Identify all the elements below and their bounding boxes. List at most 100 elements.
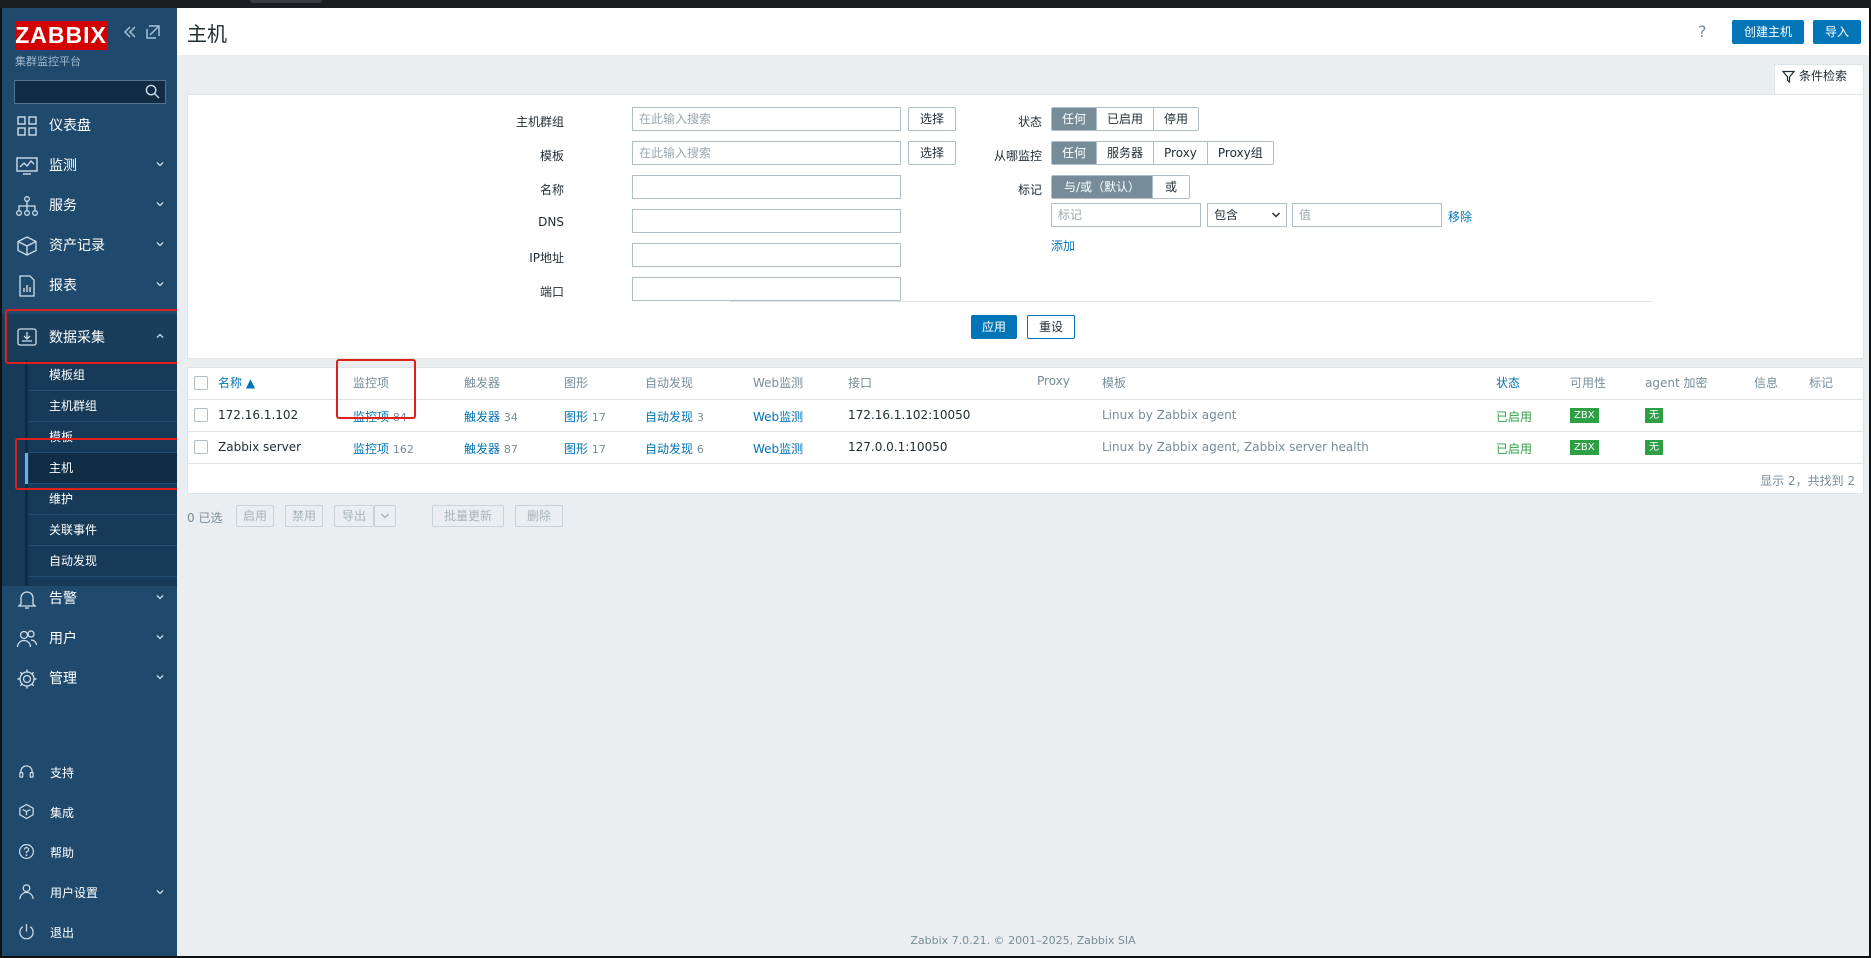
port-input[interactable]	[632, 277, 901, 301]
col-proxy: Proxy	[1037, 374, 1070, 388]
collapse-sidebar-icon[interactable]	[123, 25, 137, 39]
tag-name-input[interactable]: 标记	[1051, 203, 1201, 227]
col-templates: 模板	[1102, 376, 1127, 390]
user-settings-icon	[19, 884, 34, 900]
status-enabled-link[interactable]: 已启用	[1496, 408, 1532, 425]
monitored-by-proxy[interactable]: Proxy	[1153, 142, 1207, 164]
zabbix-logo[interactable]: ZABBIX	[15, 21, 107, 50]
triggers-link[interactable]: 触发器	[464, 410, 500, 424]
submenu-host-groups[interactable]: 主机群组	[29, 391, 177, 422]
nav-services[interactable]: 服务	[2, 186, 177, 224]
graphs-link[interactable]: 图形	[564, 410, 588, 424]
status-disabled[interactable]: 停用	[1153, 108, 1199, 130]
search-icon[interactable]	[145, 84, 160, 99]
templates-cell[interactable]: Linux by Zabbix agent, Zabbix server hea…	[1102, 440, 1369, 454]
tag-value-input[interactable]: 值	[1292, 203, 1442, 227]
col-name[interactable]: 名称 ▲	[218, 374, 255, 391]
monitored-by-proxy-group[interactable]: Proxy组	[1206, 142, 1273, 164]
mass-update-button[interactable]: 批量更新	[432, 505, 504, 527]
nav-integrations[interactable]: 集成	[2, 794, 177, 828]
port-label: 端口	[539, 285, 564, 299]
create-host-button[interactable]: 创建主机	[1732, 20, 1804, 44]
highlight-box-data-collection	[5, 309, 180, 364]
graphs-count: 17	[591, 411, 606, 424]
ip-input[interactable]	[632, 243, 901, 267]
submenu-event-correlation[interactable]: 关联事件	[29, 515, 177, 546]
help-icon[interactable]: ?	[1698, 22, 1707, 41]
headset-icon	[19, 765, 34, 778]
integrations-icon	[19, 803, 34, 820]
remove-tag-link[interactable]: 移除	[1448, 208, 1472, 225]
import-button[interactable]: 导入	[1813, 20, 1861, 44]
page-footer: Zabbix 7.0.21. © 2001–2025, Zabbix SIA	[910, 934, 1136, 947]
graphs-cell: 图形 17	[564, 408, 606, 425]
host-name-link[interactable]: 172.16.1.102	[218, 408, 298, 422]
row-checkbox[interactable]	[194, 408, 208, 422]
nav-monitoring[interactable]: 监测	[2, 146, 177, 184]
status-enabled-link[interactable]: 已启用	[1496, 440, 1532, 457]
web-link[interactable]: Web监测	[753, 440, 803, 457]
status-label: 状态	[1017, 115, 1042, 129]
tag-operator-select[interactable]: 包含	[1207, 203, 1287, 227]
filter-funnel-icon	[1782, 70, 1795, 83]
enable-button[interactable]: 启用	[236, 505, 274, 527]
host-groups-input[interactable]: 在此输入搜索	[632, 107, 901, 131]
host-name-link[interactable]: Zabbix server	[218, 440, 301, 454]
sign-out-icon	[19, 923, 34, 940]
monitored-by-any[interactable]: 任何	[1052, 142, 1097, 164]
graphs-link[interactable]: 图形	[564, 442, 588, 456]
add-tag-link[interactable]: 添加	[1051, 237, 1075, 254]
triggers-link[interactable]: 触发器	[464, 442, 500, 456]
nav-administration[interactable]: 管理	[2, 659, 177, 697]
nav-alerts[interactable]: 告警	[2, 579, 177, 617]
monitoring-icon	[16, 157, 38, 175]
delete-button[interactable]: 删除	[515, 505, 563, 527]
name-input[interactable]	[632, 175, 901, 199]
export-button[interactable]: 导出	[334, 505, 374, 527]
tags-mode-segmented: 与/或（默认） 或	[1051, 175, 1191, 199]
sidebar-search-input[interactable]	[14, 80, 166, 104]
main-content: 主机 ? 创建主机 导入 条件检索 主机群组 在此输入搜索 选择 模板 在此输入…	[177, 8, 1869, 956]
templates-input[interactable]: 在此输入搜索	[632, 141, 901, 165]
kiosk-mode-icon[interactable]	[146, 25, 160, 39]
row-checkbox[interactable]	[194, 440, 208, 454]
select-all-checkbox[interactable]	[194, 376, 208, 390]
nav-user-settings[interactable]: 用户设置	[2, 874, 177, 908]
chevron-down-icon	[1271, 212, 1281, 218]
export-dropdown-button[interactable]	[374, 505, 396, 527]
chevron-down-icon	[156, 202, 164, 207]
chevron-down-icon	[156, 162, 164, 167]
nav-users[interactable]: 用户	[2, 619, 177, 657]
monitored-by-server[interactable]: 服务器	[1096, 142, 1154, 164]
items-link[interactable]: 监控项	[353, 442, 389, 456]
disable-button[interactable]: 禁用	[285, 505, 323, 527]
nav-sign-out[interactable]: 退出	[2, 914, 177, 948]
discovery-link[interactable]: 自动发现	[645, 442, 693, 456]
nav-label: 支持	[50, 766, 75, 780]
nav-dashboard[interactable]: 仪表盘	[2, 106, 177, 144]
dns-input[interactable]	[632, 209, 901, 233]
tags-mode-and-or[interactable]: 与/或（默认）	[1052, 176, 1153, 198]
status-any[interactable]: 任何	[1052, 108, 1097, 130]
reset-button[interactable]: 重设	[1027, 315, 1075, 339]
templates-cell[interactable]: Linux by Zabbix agent	[1102, 408, 1236, 422]
availability-zbx-badge: ZBX	[1570, 440, 1599, 455]
browser-tab[interactable]	[250, 0, 322, 3]
nav-label: 帮助	[50, 846, 75, 860]
triggers-cell: 触发器 34	[464, 408, 518, 425]
status-enabled[interactable]: 已启用	[1096, 108, 1154, 130]
submenu-discovery[interactable]: 自动发现	[29, 546, 177, 577]
interface-cell: 172.16.1.102:10050	[848, 408, 971, 422]
discovery-link[interactable]: 自动发现	[645, 410, 693, 424]
col-status[interactable]: 状态	[1496, 374, 1520, 391]
apply-button[interactable]: 应用	[971, 315, 1017, 339]
submenu-template-groups[interactable]: 模板组	[29, 360, 177, 391]
nav-label: 集成	[50, 806, 75, 820]
nav-help[interactable]: 帮助	[2, 834, 177, 868]
nav-support[interactable]: 支持	[2, 754, 177, 788]
browser-top-bar	[0, 0, 1871, 8]
tags-mode-or[interactable]: 或	[1152, 176, 1190, 198]
web-link[interactable]: Web监测	[753, 408, 803, 425]
nav-inventory[interactable]: 资产记录	[2, 226, 177, 264]
nav-reports[interactable]: 报表	[2, 266, 177, 304]
